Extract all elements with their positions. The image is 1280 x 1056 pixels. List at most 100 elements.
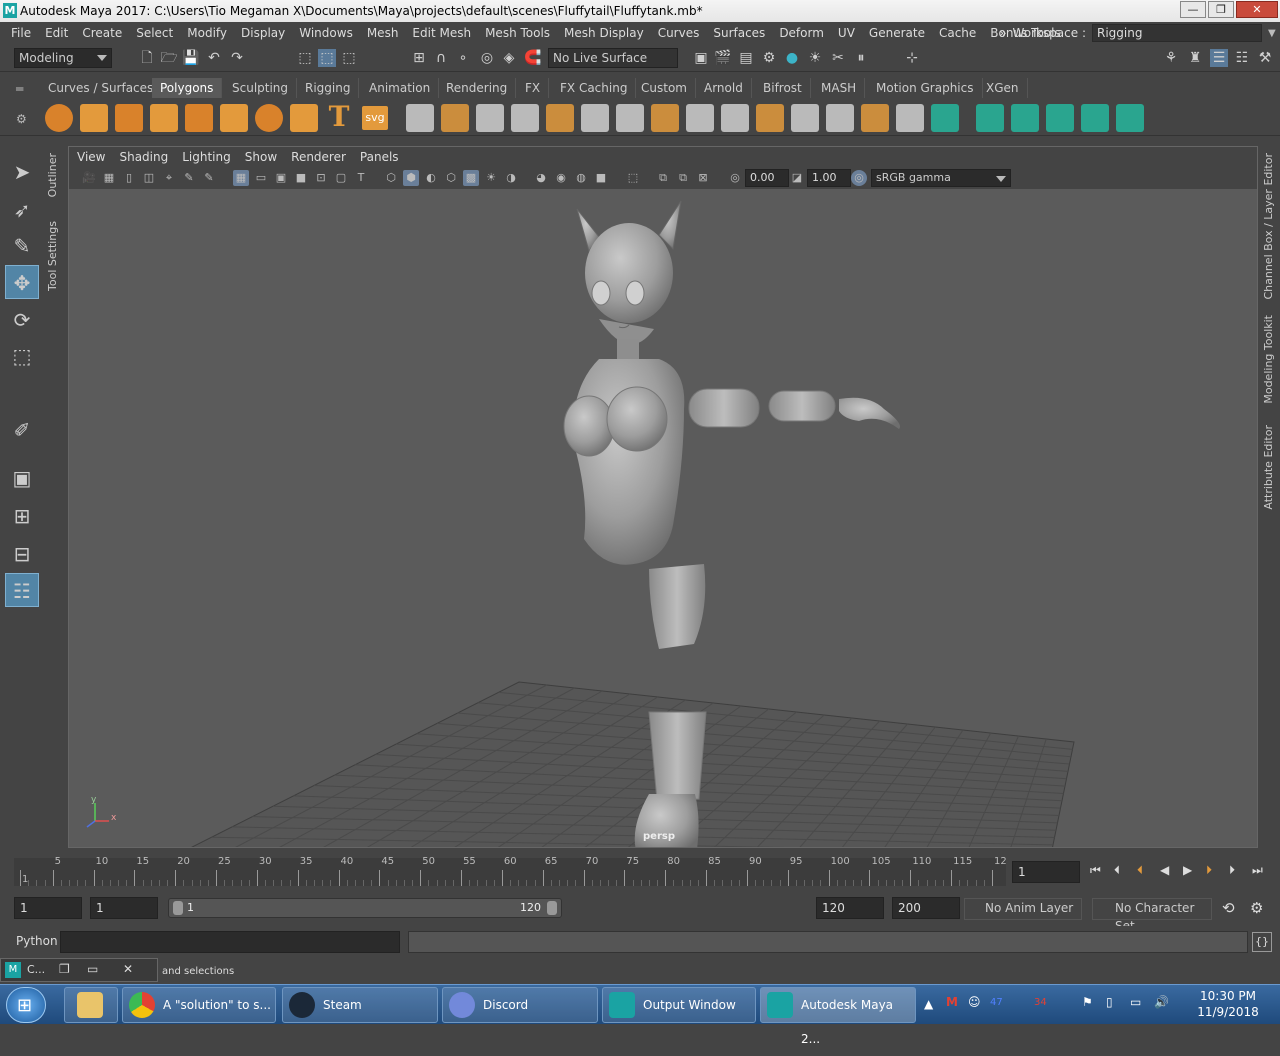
volume-icon[interactable]: 🔊 <box>1154 995 1169 1009</box>
gate-mask-icon[interactable]: ■ <box>293 170 309 186</box>
menu-select[interactable]: Select <box>129 26 180 40</box>
python-label[interactable]: Python <box>16 934 58 948</box>
scale-tool-icon[interactable]: ⬚ <box>5 339 39 373</box>
cone-icon[interactable] <box>150 104 178 132</box>
range-slider[interactable]: 1 120 <box>168 898 562 918</box>
snap-point-icon[interactable]: ∘ <box>454 49 472 67</box>
separate-icon[interactable] <box>441 104 469 132</box>
anti-alias-icon[interactable]: ◍ <box>573 170 589 186</box>
tray-expand-icon[interactable]: ▲ <box>924 997 933 1011</box>
bookmark-icon[interactable]: ▯ <box>121 170 137 186</box>
camera-icon[interactable]: 🎥 <box>81 170 97 186</box>
field-chart-icon[interactable]: ⊡ <box>313 170 329 186</box>
start-button[interactable]: ⊞ <box>6 987 46 1023</box>
attribute-editor-tab[interactable]: Attribute Editor <box>1262 425 1275 510</box>
close-button[interactable]: ✕ <box>1236 1 1278 18</box>
make-live-icon[interactable]: 🧲 <box>524 49 542 67</box>
multicut-icon[interactable] <box>686 104 714 132</box>
shelf-tab-bifrost[interactable]: Bifrost <box>755 78 811 98</box>
channel-box-icon[interactable]: ☰ <box>1210 49 1228 67</box>
shelf-tab-animation[interactable]: Animation <box>361 78 440 98</box>
clock-time[interactable]: 10:30 PM <box>1188 989 1268 1003</box>
xray-components-icon[interactable]: ⊠ <box>695 170 711 186</box>
uv-auto-icon[interactable] <box>976 104 1004 132</box>
chevron-icon[interactable]: » <box>999 26 1006 40</box>
3d-viewport[interactable]: y x persp <box>69 189 1257 847</box>
network-icon[interactable]: ▭ <box>1130 995 1141 1009</box>
motion-blur-icon[interactable]: ◉ <box>553 170 569 186</box>
sculpt-icon[interactable]: ⚘ <box>1162 49 1180 67</box>
panel-menu-panels[interactable]: Panels <box>360 150 399 164</box>
extract-icon[interactable] <box>476 104 504 132</box>
shelf-settings-icon[interactable]: ⚙ <box>16 112 27 126</box>
merge-icon[interactable] <box>861 104 889 132</box>
start-frame-field[interactable]: 1 <box>14 897 82 919</box>
xray-icon[interactable]: ⧉ <box>655 170 671 186</box>
camera-attr-icon[interactable]: ▦ <box>101 170 117 186</box>
uv-editor-icon[interactable] <box>1116 104 1144 132</box>
step-back-frame-icon[interactable]: ⏴ <box>1137 863 1143 878</box>
dropdown-arrow-icon[interactable]: ▼ <box>1268 28 1280 39</box>
taskbar-output-window[interactable]: Output Window <box>602 987 756 1023</box>
menu-file[interactable]: File <box>4 26 38 40</box>
select-component-icon[interactable]: ⬚ <box>340 49 358 67</box>
outliner-layout-icon[interactable]: ☷ <box>5 573 39 607</box>
shadows-icon[interactable]: ◑ <box>503 170 519 186</box>
select-object-icon[interactable]: ⬚ <box>318 49 336 67</box>
range-handle-start[interactable] <box>173 901 183 915</box>
pan-zoom-icon[interactable]: ⌖ <box>161 170 177 186</box>
menu-create[interactable]: Create <box>75 26 129 40</box>
taskbar-discord[interactable]: Discord <box>442 987 598 1023</box>
bevel-icon[interactable] <box>756 104 784 132</box>
safe-title-icon[interactable]: T <box>353 170 369 186</box>
shelf-tab-xgen[interactable]: XGen <box>978 78 1028 98</box>
image-plane-icon[interactable]: ◫ <box>141 170 157 186</box>
snap-grid-icon[interactable]: ⊞ <box>410 49 428 67</box>
torus-icon[interactable] <box>185 104 213 132</box>
panel-menu-shading[interactable]: Shading <box>119 150 168 164</box>
uv-layout-icon[interactable] <box>1081 104 1109 132</box>
ambient-occlusion-icon[interactable]: ◕ <box>533 170 549 186</box>
colorspace-dropdown[interactable]: sRGB gamma <box>871 169 1011 187</box>
select-hierarchy-icon[interactable]: ⬚ <box>296 49 314 67</box>
two-view-icon[interactable]: ⊟ <box>5 537 39 571</box>
safe-action-icon[interactable]: ▢ <box>333 170 349 186</box>
current-frame-field[interactable]: 1 <box>1012 861 1080 883</box>
go-to-end-icon[interactable]: ⏭ <box>1252 863 1263 878</box>
minimize-button[interactable]: — <box>1180 1 1206 18</box>
menu-uv[interactable]: UV <box>831 26 862 40</box>
command-input[interactable] <box>60 931 400 953</box>
render-icon[interactable]: 🎬 <box>714 49 732 67</box>
new-scene-icon[interactable]: 🗋 <box>138 49 156 67</box>
save-scene-icon[interactable]: 💾 <box>182 49 200 67</box>
isolate-icon[interactable]: ⬚ <box>625 170 641 186</box>
render-settings-icon[interactable]: ⚙ <box>760 49 778 67</box>
four-view-icon[interactable]: ⊞ <box>5 499 39 533</box>
close-icon[interactable]: ✕ <box>123 962 133 976</box>
taskbar-maya[interactable]: Autodesk Maya 2... <box>760 987 916 1046</box>
menu-mesh-display[interactable]: Mesh Display <box>557 26 651 40</box>
auto-key-icon[interactable]: ⟲ <box>1222 899 1235 917</box>
taskbar-steam[interactable]: Steam <box>282 987 438 1023</box>
uv-unfold-icon[interactable] <box>1046 104 1074 132</box>
transform-icon[interactable]: ⊹ <box>903 49 921 67</box>
anim-layer-dropdown[interactable]: No Anim Layer <box>964 898 1082 920</box>
grease-pencil-icon[interactable]: ✎ <box>181 170 197 186</box>
outliner-tab[interactable]: Outliner <box>46 153 59 197</box>
shelf-tab-arnold[interactable]: Arnold <box>696 78 752 98</box>
gmail-icon[interactable]: M <box>946 995 958 1009</box>
select-tool-icon[interactable]: ➤ <box>5 155 39 189</box>
bridge-icon[interactable] <box>616 104 644 132</box>
end-frame-field[interactable]: 200 <box>892 897 960 919</box>
shelf-tab-mash[interactable]: MASH <box>813 78 866 98</box>
shelf-tab-curves-surfaces[interactable]: Curves / Surfaces <box>40 78 163 98</box>
menu-mesh[interactable]: Mesh <box>360 26 406 40</box>
fill-icon[interactable] <box>651 104 679 132</box>
exposure-icon[interactable]: ◎ <box>727 170 743 186</box>
discord-tray-icon[interactable]: ☺ <box>968 995 981 1009</box>
target-weld-icon[interactable] <box>826 104 854 132</box>
menu-surfaces[interactable]: Surfaces <box>706 26 772 40</box>
open-scene-icon[interactable]: 🗁 <box>160 49 178 67</box>
smooth-shade-icon[interactable]: ⬢ <box>403 170 419 186</box>
shelf-tab-polygons[interactable]: Polygons <box>152 78 223 98</box>
